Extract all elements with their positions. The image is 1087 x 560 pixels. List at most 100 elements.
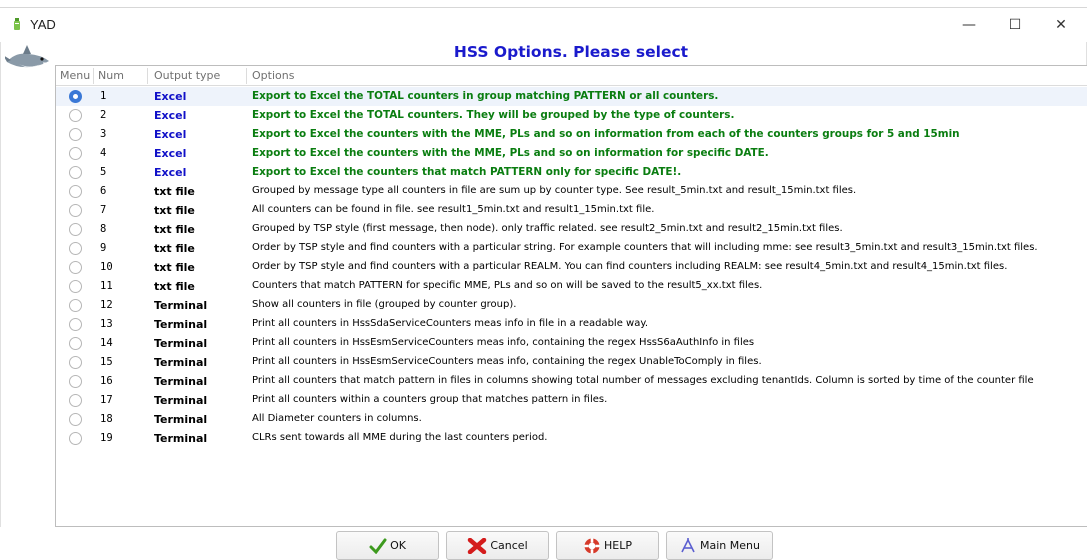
row-output-type: Excel — [154, 109, 187, 122]
menu-radio-button[interactable] — [69, 261, 82, 274]
maximize-button[interactable]: ☐ — [992, 12, 1038, 38]
row-option-text: Grouped by message type all counters in … — [252, 185, 857, 196]
row-option-text: All counters can be found in file. see r… — [252, 204, 655, 215]
row-number: 3 — [100, 128, 107, 140]
ok-icon — [369, 538, 387, 554]
row-option-text: Print all counters in HssEsmServiceCount… — [252, 337, 755, 348]
menu-radio-button[interactable] — [69, 242, 82, 255]
menu-radio-button[interactable] — [69, 432, 82, 445]
list-row[interactable]: 1 Excel Export to Excel the TOTAL counters… — [56, 87, 1087, 106]
list-row[interactable]: 5 Excel Export to Excel the counters that … — [56, 163, 1087, 182]
menu-radio-button[interactable] — [69, 166, 82, 179]
row-output-type: Terminal — [154, 356, 208, 369]
main-menu-icon — [681, 537, 695, 552]
list-row[interactable]: 19 Terminal CLRs sent towards all MME duri… — [56, 429, 1087, 448]
menu-radio-button[interactable] — [69, 356, 82, 369]
row-output-type: Excel — [154, 128, 187, 141]
row-option-text: Export to Excel the counters that match … — [252, 166, 682, 178]
column-header-output-type[interactable]: Output type — [154, 69, 220, 82]
list-row[interactable]: 7 txt file All counters can be found in fi… — [56, 201, 1087, 220]
menu-radio-button[interactable] — [69, 299, 82, 312]
list-row[interactable]: 12 Terminal Show all counters in file (gro… — [56, 296, 1087, 315]
minimize-button[interactable]: — — [946, 12, 992, 38]
close-button[interactable]: ✕ — [1038, 12, 1084, 38]
menu-radio-button[interactable] — [69, 280, 82, 293]
menu-radio-button[interactable] — [69, 185, 82, 198]
column-header-menu[interactable]: Menu — [60, 69, 90, 82]
list-row[interactable]: 13 Terminal Print all counters in HssSdaSe… — [56, 315, 1087, 334]
row-number: 12 — [100, 299, 113, 311]
list-row[interactable]: 9 txt file Order by TSP style and find cou… — [56, 239, 1087, 258]
list-row[interactable]: 11 txt file Counters that match PATTERN fo… — [56, 277, 1087, 296]
list-row[interactable]: 17 Terminal Print all counters within a co… — [56, 391, 1087, 410]
row-output-type: Terminal — [154, 299, 208, 312]
row-option-text: Show all counters in file (grouped by co… — [252, 299, 517, 310]
title-bar[interactable]: YAD — ☐ ✕ — [0, 8, 1087, 42]
list-row[interactable]: 4 Excel Export to Excel the counters with … — [56, 144, 1087, 163]
list-row[interactable]: 16 Terminal Print all counters that match … — [56, 372, 1087, 391]
row-option-text: Print all counters within a counters gro… — [252, 394, 608, 405]
column-header-num[interactable]: Num — [98, 69, 124, 82]
menu-radio-button[interactable] — [69, 128, 82, 141]
row-output-type: txt file — [154, 185, 195, 198]
row-output-type: txt file — [154, 223, 195, 236]
list-row[interactable]: 6 txt file Grouped by message type all cou… — [56, 182, 1087, 201]
row-output-type: txt file — [154, 261, 195, 274]
row-output-type: Terminal — [154, 394, 208, 407]
menu-radio-button[interactable] — [69, 337, 82, 350]
row-output-type: txt file — [154, 242, 195, 255]
row-number: 9 — [100, 242, 107, 254]
row-option-text: Export to Excel the TOTAL counters. They… — [252, 109, 735, 121]
row-option-text: CLRs sent towards all MME during the las… — [252, 432, 548, 443]
column-separator — [246, 68, 247, 84]
row-option-text: Export to Excel the TOTAL counters in gr… — [252, 90, 719, 102]
row-output-type: Terminal — [154, 432, 208, 445]
help-button[interactable]: HELP — [556, 531, 659, 560]
help-label: HELP — [604, 539, 632, 552]
ok-button[interactable]: OK — [336, 531, 439, 560]
menu-radio-button[interactable] — [69, 109, 82, 122]
row-option-text: Grouped by TSP style (first message, the… — [252, 223, 843, 234]
menu-radio-button[interactable] — [69, 318, 82, 331]
list-row[interactable]: 14 Terminal Print all counters in HssEsmSe… — [56, 334, 1087, 353]
row-output-type: txt file — [154, 280, 195, 293]
row-number: 10 — [100, 261, 113, 273]
row-number: 11 — [100, 280, 113, 292]
shark-icon — [5, 45, 49, 68]
row-number: 13 — [100, 318, 113, 330]
row-number: 4 — [100, 147, 107, 159]
list-row[interactable]: 10 txt file Order by TSP style and find co… — [56, 258, 1087, 277]
row-option-text: Print all counters in HssSdaServiceCount… — [252, 318, 649, 329]
row-option-text: All Diameter counters in columns. — [252, 413, 422, 424]
list-row[interactable]: 15 Terminal Print all counters in HssEsmSe… — [56, 353, 1087, 372]
menu-radio-button[interactable] — [69, 90, 82, 103]
cancel-icon — [468, 537, 487, 554]
menu-radio-button[interactable] — [69, 394, 82, 407]
cancel-button[interactable]: Cancel — [446, 531, 549, 560]
row-number: 7 — [100, 204, 107, 216]
list-row[interactable]: 3 Excel Export to Excel the counters with … — [56, 125, 1087, 144]
column-header-options[interactable]: Options — [252, 69, 294, 82]
row-option-text: Order by TSP style and find counters wit… — [252, 242, 1038, 253]
options-list[interactable]: Menu Num Output type Options 1 Excel Expor… — [55, 65, 1087, 527]
dialog-header: HSS Options. Please select — [453, 43, 689, 61]
row-output-type: Terminal — [154, 413, 208, 426]
row-option-text: Export to Excel the counters with the MM… — [252, 128, 960, 140]
menu-radio-button[interactable] — [69, 413, 82, 426]
row-number: 6 — [100, 185, 107, 197]
row-number: 14 — [100, 337, 113, 349]
list-row[interactable]: 8 txt file Grouped by TSP style (first mes… — [56, 220, 1087, 239]
row-output-type: Excel — [154, 90, 187, 103]
menu-radio-button[interactable] — [69, 223, 82, 236]
list-row[interactable]: 2 Excel Export to Excel the TOTAL counters… — [56, 106, 1087, 125]
menu-radio-button[interactable] — [69, 204, 82, 217]
menu-radio-button[interactable] — [69, 147, 82, 160]
main-menu-label: Main Menu — [700, 539, 760, 552]
menu-radio-button[interactable] — [69, 375, 82, 388]
column-separator — [93, 68, 94, 84]
row-option-text: Print all counters that match pattern in… — [252, 375, 1034, 386]
list-row[interactable]: 18 Terminal All Diameter counters in colum… — [56, 410, 1087, 429]
ok-label: OK — [390, 539, 406, 552]
main-menu-button[interactable]: Main Menu — [666, 531, 773, 560]
row-number: 1 — [100, 90, 107, 102]
